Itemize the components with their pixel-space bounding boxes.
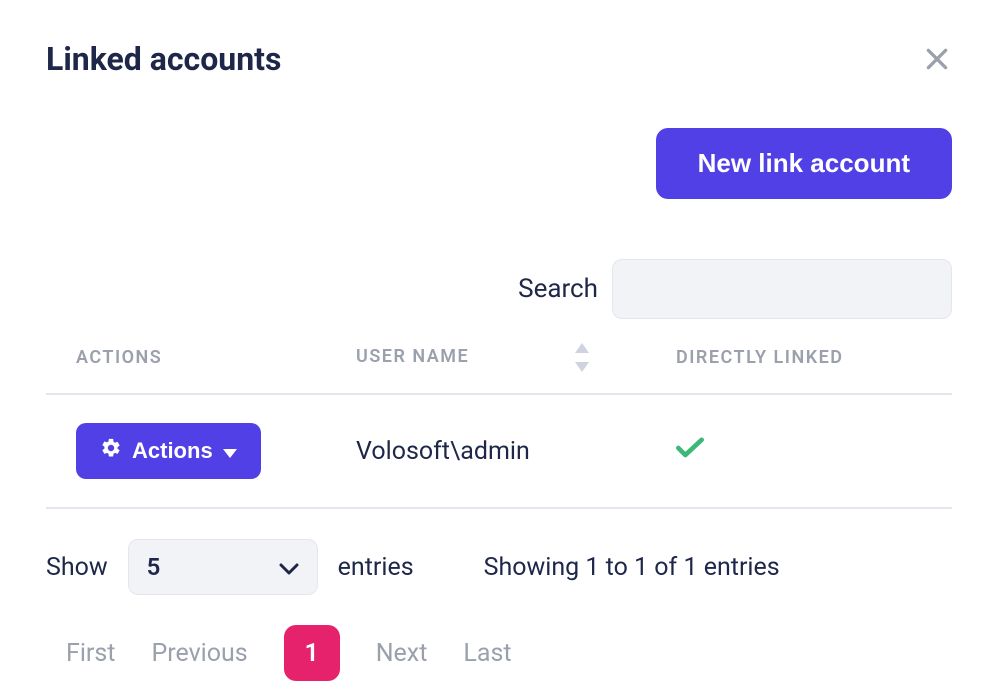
pagination-current[interactable]: 1 (284, 625, 340, 681)
show-label: Show (46, 553, 108, 582)
sort-down-icon (575, 356, 589, 377)
pagination-next[interactable]: Next (376, 639, 428, 668)
cell-user-name: Volosoft\admin (326, 394, 646, 508)
search-row: Search (46, 259, 952, 319)
search-label: Search (518, 274, 598, 304)
entries-label: entries (338, 553, 414, 582)
pagination-previous[interactable]: Previous (151, 639, 247, 668)
pagination-first[interactable]: First (66, 639, 115, 668)
pagination: First Previous 1 Next Last (46, 625, 952, 681)
table-footer: Show 5 entries Showing 1 to 1 of 1 entri… (46, 539, 952, 681)
actions-button[interactable]: Actions (76, 423, 261, 479)
column-header-directly-linked: Directly Linked (646, 337, 952, 394)
modal-title: Linked accounts (46, 40, 281, 78)
pagination-last[interactable]: Last (463, 639, 511, 668)
cell-directly-linked (646, 394, 952, 508)
table-row: Actions Volosoft\admin (46, 394, 952, 508)
top-actions: New link account (46, 128, 952, 199)
search-input[interactable] (612, 259, 952, 319)
entries-info: Showing 1 to 1 of 1 entries (484, 553, 780, 582)
sort-up-icon (575, 337, 589, 358)
page-size-value: 5 (147, 553, 161, 581)
linked-accounts-modal: Linked accounts New link account Search … (0, 0, 998, 700)
chevron-down-icon (279, 553, 299, 581)
actions-button-label: Actions (132, 438, 213, 464)
modal-header: Linked accounts (46, 40, 952, 78)
column-header-actions: Actions (46, 337, 326, 394)
page-size-select[interactable]: 5 (128, 539, 318, 595)
footer-top: Show 5 entries Showing 1 to 1 of 1 entri… (46, 539, 952, 595)
gear-icon (100, 437, 122, 465)
close-icon[interactable] (922, 44, 952, 74)
new-link-account-button[interactable]: New link account (656, 128, 952, 199)
accounts-table: Actions User Name Directly Linked (46, 337, 952, 509)
sort-icon[interactable] (575, 337, 589, 377)
column-header-user-name[interactable]: User Name (326, 337, 646, 394)
caret-down-icon (223, 438, 237, 464)
check-icon (676, 437, 704, 466)
